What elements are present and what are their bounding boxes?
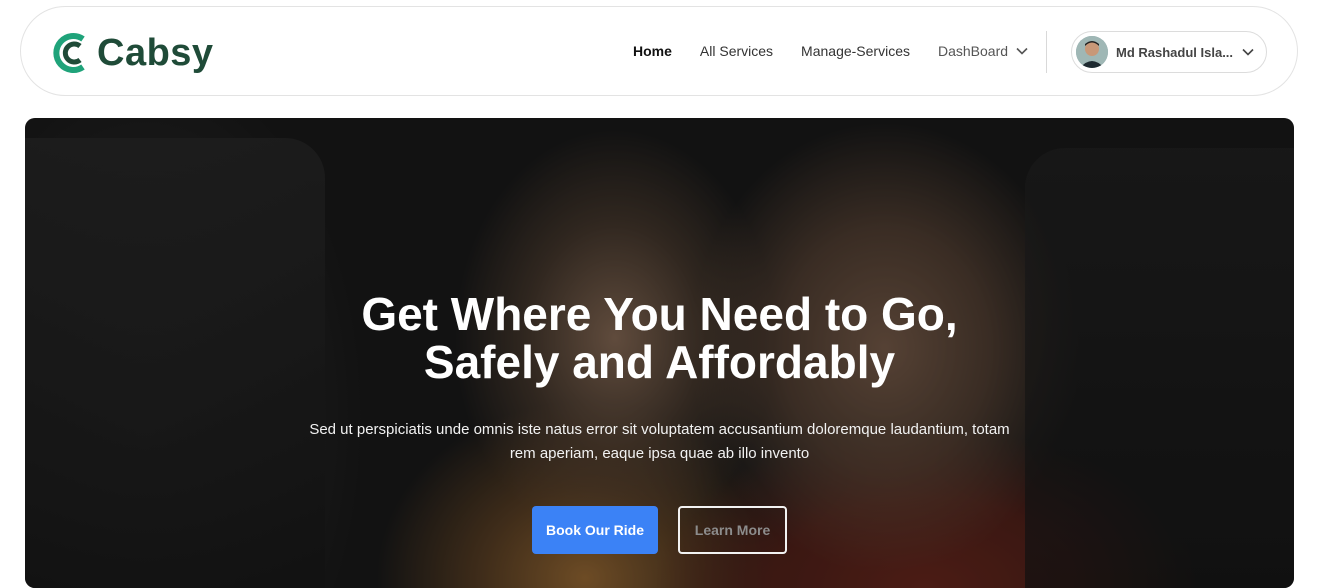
hero-content: Get Where You Need to Go, Safely and Aff… — [25, 290, 1294, 466]
hero-title-line-2: Safely and Affordably — [423, 336, 896, 388]
hero-title: Get Where You Need to Go, Safely and Aff… — [25, 290, 1294, 386]
brand-logo[interactable]: Cabsy — [53, 31, 214, 75]
main-nav: Home All Services Manage-Services DashBo… — [633, 43, 1056, 59]
learn-more-button[interactable]: Learn More — [678, 506, 787, 554]
nav-manage-services[interactable]: Manage-Services — [801, 43, 910, 59]
user-avatar-icon — [1076, 36, 1108, 68]
chevron-down-icon — [1242, 48, 1254, 56]
nav-home[interactable]: Home — [633, 43, 672, 59]
brand-name: Cabsy — [97, 32, 214, 74]
nav-dashboard-label: DashBoard — [937, 43, 1009, 59]
nav-dashboard-dropdown[interactable]: DashBoard — [938, 43, 1028, 59]
hero-subtitle: Sed ut perspiciatis unde omnis iste natu… — [309, 421, 1010, 462]
hero-actions: Book Our Ride Learn More — [532, 506, 787, 554]
user-menu-button[interactable]: Md Rashadul Isla... — [1071, 31, 1267, 73]
nav-all-services[interactable]: All Services — [700, 43, 773, 59]
hero-title-line-1: Get Where You Need to Go, — [361, 288, 958, 340]
cabsy-logo-icon — [53, 33, 85, 73]
book-ride-button[interactable]: Book Our Ride — [532, 506, 658, 554]
user-name: Md Rashadul Isla... — [1116, 44, 1234, 60]
hero-banner: Get Where You Need to Go, Safely and Aff… — [25, 118, 1294, 588]
avatar — [1076, 36, 1108, 68]
nav-divider — [1046, 31, 1047, 73]
navbar: Cabsy Home All Services Manage-Services … — [20, 6, 1298, 96]
chevron-down-icon — [1016, 47, 1028, 55]
